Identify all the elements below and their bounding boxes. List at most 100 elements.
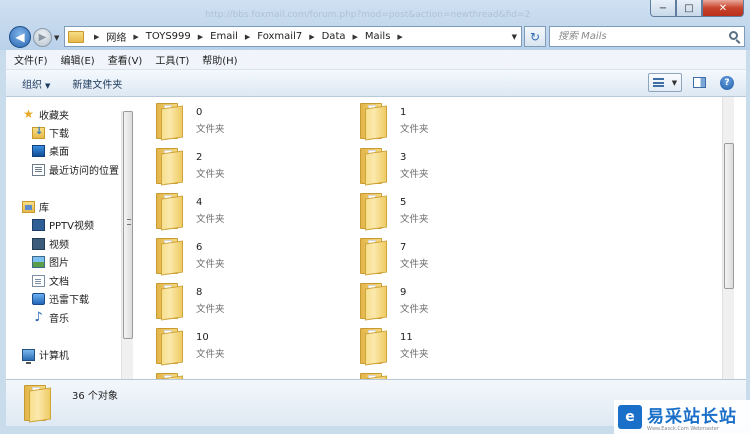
folder-icon [156, 238, 184, 276]
folder-name: 5 [400, 197, 407, 208]
menu-file[interactable]: 文件(F) [14, 52, 48, 67]
nav-downloads-label: 下载 [49, 129, 69, 140]
folder-icon [156, 283, 184, 321]
folder-item[interactable]: 8 文件夹 [156, 283, 356, 327]
downloads-folder-icon [32, 126, 45, 139]
nav-videos-label: 视频 [49, 240, 69, 251]
nav-music[interactable]: ♪ 音乐 [32, 310, 69, 326]
new-folder-button[interactable]: 新建文件夹 [72, 76, 122, 91]
nav-pptv[interactable]: PPTV视频 [32, 217, 94, 232]
folder-type: 文件夹 [196, 124, 225, 135]
window-controls: − □ ✕ [650, 0, 744, 17]
recent-pages-dropdown[interactable]: ▼ [54, 34, 59, 42]
computer-icon [22, 348, 35, 364]
breadcrumb-foxmail7[interactable]: Foxmail7 [257, 31, 302, 42]
nav-pictures[interactable]: 图片 [32, 254, 69, 269]
chevron-right-icon[interactable]: ▶ [397, 33, 402, 41]
nav-thunder[interactable]: 迅雷下载 [32, 291, 89, 306]
nav-documents[interactable]: 文档 [32, 273, 69, 288]
breadcrumb-email[interactable]: Email [210, 31, 238, 42]
folder-item[interactable]: 4 文件夹 [156, 193, 356, 237]
folder-icon [24, 385, 52, 423]
folder-name: 4 [196, 197, 203, 208]
menu-tools[interactable]: 工具(T) [155, 52, 189, 67]
folder-item[interactable]: 11 文件夹 [360, 328, 560, 372]
folder-name: 10 [196, 332, 209, 343]
breadcrumb-mails[interactable]: Mails [365, 31, 391, 42]
search-input[interactable] [558, 31, 718, 42]
recent-places-icon [32, 163, 45, 176]
folder-type: 文件夹 [196, 259, 225, 270]
nav-libraries[interactable]: 库 [22, 199, 49, 214]
nav-thunder-label: 迅雷下载 [49, 295, 89, 306]
menu-help[interactable]: 帮助(H) [202, 52, 237, 67]
chevron-down-icon: ▼ [45, 81, 51, 90]
chevron-right-icon[interactable]: ▶ [198, 33, 203, 41]
chevron-right-icon[interactable]: ▶ [245, 33, 250, 41]
folder-item[interactable]: 0 文件夹 [156, 103, 356, 147]
nav-desktop-label: 桌面 [49, 147, 69, 158]
nav-computer[interactable]: 计算机 [22, 347, 69, 364]
nav-favorites-label: 收藏夹 [39, 111, 69, 122]
refresh-button[interactable]: ↻ [524, 26, 546, 47]
chevron-right-icon[interactable]: ▶ [133, 33, 138, 41]
preview-pane-button[interactable] [688, 73, 710, 92]
breadcrumb-data[interactable]: Data [322, 31, 346, 42]
search-box[interactable] [549, 26, 745, 47]
watermark: e 易采站长站 Www.Easck.Com Webmaster [614, 400, 750, 434]
content-scrollbar[interactable] [722, 97, 734, 379]
menu-edit[interactable]: 编辑(E) [61, 52, 95, 67]
nav-videos[interactable]: 视频 [32, 236, 69, 251]
folder-icon [156, 328, 184, 366]
folder-item[interactable]: 6 文件夹 [156, 238, 356, 282]
content-scroll-thumb[interactable] [724, 143, 734, 289]
folder-type: 文件夹 [196, 214, 225, 225]
main-area: ★ 收藏夹 下载 桌面 最近访问的位置 库 PPTV视频 视频 [6, 97, 746, 379]
folder-item[interactable]: 2 文件夹 [156, 148, 356, 192]
chevron-right-icon[interactable]: ▶ [309, 33, 314, 41]
site-logo-icon: e [618, 405, 642, 429]
breadcrumb-network[interactable]: 网络 [106, 29, 126, 44]
command-bar: 组织 ▼ 新建文件夹 ▼ ? [6, 70, 746, 97]
nav-scrollbar[interactable] [121, 111, 133, 379]
minimize-button[interactable]: − [650, 0, 676, 17]
nav-downloads[interactable]: 下载 [32, 125, 69, 140]
back-button[interactable]: ◀ [9, 26, 31, 48]
folder-name: 9 [400, 287, 407, 298]
organize-button[interactable]: 组织 ▼ [22, 76, 50, 91]
refresh-icon: ↻ [529, 29, 541, 44]
folder-icon [360, 238, 388, 276]
change-view-button[interactable]: ▼ [648, 73, 682, 92]
nav-desktop[interactable]: 桌面 [32, 143, 69, 158]
desktop-icon [32, 144, 45, 157]
address-dropdown-icon[interactable]: ▼ [512, 33, 517, 41]
folder-item[interactable]: 1 文件夹 [360, 103, 560, 147]
folder-item[interactable]: 7 文件夹 [360, 238, 560, 282]
folder-name: 6 [196, 242, 203, 253]
nav-favorites[interactable]: ★ 收藏夹 [22, 107, 69, 122]
chevron-right-icon[interactable]: ▶ [353, 33, 358, 41]
folder-icon [360, 193, 388, 231]
search-icon[interactable] [729, 31, 738, 40]
folder-icon [156, 148, 184, 186]
address-bar[interactable]: ▶ 网络 ▶ TOYS999 ▶ Email ▶ Foxmail7 ▶ Data… [64, 26, 522, 47]
chevron-right-icon[interactable]: ▶ [94, 33, 99, 41]
nav-recent-label: 最近访问的位置 [49, 166, 119, 177]
folder-type: 文件夹 [400, 349, 429, 360]
folder-icon [156, 103, 184, 141]
thunder-download-icon [32, 292, 45, 305]
breadcrumb-toys999[interactable]: TOYS999 [146, 31, 191, 42]
help-button[interactable]: ? [716, 73, 738, 92]
forward-button[interactable]: ▶ [33, 28, 52, 47]
folder-item[interactable]: 10 文件夹 [156, 328, 356, 372]
menu-view[interactable]: 查看(V) [108, 52, 143, 67]
folder-name: 2 [196, 152, 203, 163]
arrow-right-icon: ▶ [38, 32, 47, 43]
close-button[interactable]: ✕ [702, 0, 744, 17]
nav-recent-places[interactable]: 最近访问的位置 [32, 162, 119, 177]
folder-item[interactable]: 9 文件夹 [360, 283, 560, 327]
nav-scroll-thumb[interactable] [123, 111, 133, 339]
folder-item[interactable]: 5 文件夹 [360, 193, 560, 237]
folder-item[interactable]: 3 文件夹 [360, 148, 560, 192]
maximize-button[interactable]: □ [676, 0, 702, 17]
